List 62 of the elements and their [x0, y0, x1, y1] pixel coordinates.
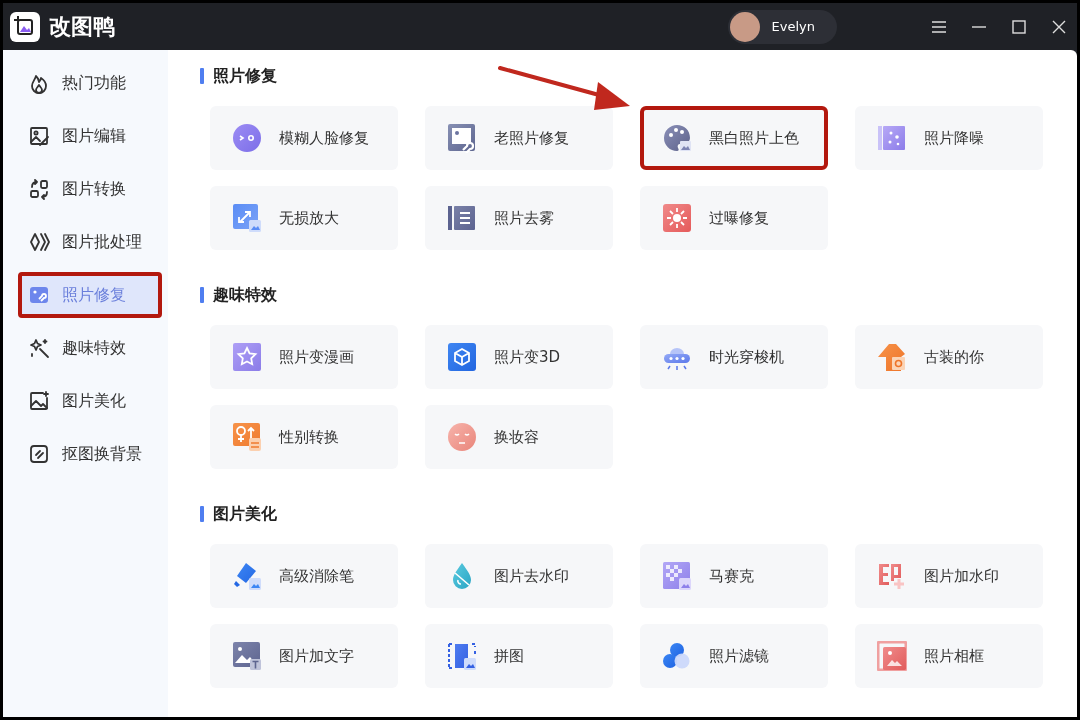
convert-icon: [28, 178, 50, 200]
avatar: [729, 11, 760, 42]
tool-card[interactable]: 照片去雾: [425, 186, 613, 250]
tool-card[interactable]: 图片去水印: [425, 544, 613, 608]
chevrons-icon: [28, 231, 50, 253]
face-mask-icon: [447, 422, 477, 452]
tool-card[interactable]: 换妆容: [425, 405, 613, 469]
palette-icon: [662, 123, 692, 153]
gender-symbols-icon: [232, 422, 262, 452]
image-sparkle-icon: [28, 390, 50, 412]
tool-card[interactable]: 图片加文字: [210, 624, 398, 688]
expand-arrows-icon: [232, 203, 262, 233]
close-icon[interactable]: [1051, 18, 1067, 35]
tool-card[interactable]: 拼图: [425, 624, 613, 688]
tool-card[interactable]: 黑白照片上色: [640, 106, 828, 170]
tool-card[interactable]: 照片变漫画: [210, 325, 398, 389]
flame-icon: [28, 72, 50, 94]
menu-icon[interactable]: [931, 18, 947, 35]
app-logo-icon: [10, 11, 40, 42]
tool-card[interactable]: 图片加水印: [855, 544, 1043, 608]
sidebar-item[interactable]: 图片编辑: [18, 113, 162, 159]
face-circle-icon: [232, 123, 262, 153]
tool-card[interactable]: 照片降噪: [855, 106, 1043, 170]
photo-wrench-icon: [447, 123, 477, 153]
tool-card[interactable]: 古装的你: [855, 325, 1043, 389]
image-text-icon: [232, 641, 262, 671]
tool-card[interactable]: 模糊人脸修复: [210, 106, 398, 170]
panel-lines-icon: [447, 203, 477, 233]
dotted-square-icon: [877, 123, 907, 153]
photo-repair-icon: [28, 284, 50, 306]
checker-icon: [662, 561, 692, 591]
tool-card[interactable]: 照片滤镜: [640, 624, 828, 688]
section-heading: 趣味特效: [213, 284, 277, 306]
user-account-button[interactable]: Evelyn: [727, 9, 837, 44]
sidebar-item[interactable]: 图片批处理: [18, 219, 162, 265]
tool-card[interactable]: 照片变3D: [425, 325, 613, 389]
cutout-icon: [28, 443, 50, 465]
section-heading: 照片修复: [213, 65, 277, 87]
section-heading: 图片美化: [213, 503, 277, 525]
maximize-icon[interactable]: [1011, 18, 1027, 35]
app-name: 改图鸭: [49, 12, 115, 41]
eraser-icon: [232, 561, 262, 591]
tool-card[interactable]: 时光穿梭机: [640, 325, 828, 389]
sidebar-item[interactable]: 抠图换背景: [18, 431, 162, 477]
tool-card[interactable]: 老照片修复: [425, 106, 613, 170]
frame-icon: [877, 641, 907, 671]
tool-card[interactable]: 无损放大: [210, 186, 398, 250]
cube-icon: [447, 342, 477, 372]
sun-icon: [662, 203, 692, 233]
sidebar-item[interactable]: 图片美化: [18, 378, 162, 424]
image-edit-icon: [28, 125, 50, 147]
tool-card[interactable]: 性别转换: [210, 405, 398, 469]
overlapping-circles-icon: [662, 641, 692, 671]
tool-card[interactable]: 过曝修复: [640, 186, 828, 250]
magic-wand-icon: [28, 337, 50, 359]
tool-card[interactable]: 高级消除笔: [210, 544, 398, 608]
sidebar-item[interactable]: 图片转换: [18, 166, 162, 212]
tool-card[interactable]: 照片相框: [855, 624, 1043, 688]
sidebar-item[interactable]: 趣味特效: [18, 325, 162, 371]
tool-card[interactable]: 马赛克: [640, 544, 828, 608]
sidebar-item[interactable]: 热门功能: [18, 60, 162, 106]
collage-icon: [447, 641, 477, 671]
